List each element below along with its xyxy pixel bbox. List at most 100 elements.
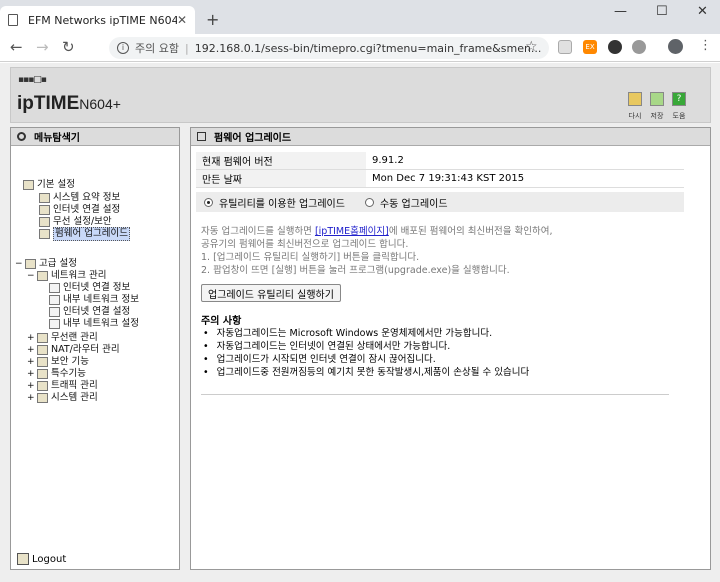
expand-icon[interactable]: + [27,344,35,356]
expand-icon[interactable]: + [27,332,35,344]
tree-system[interactable]: + 시스템 관리 [27,392,98,404]
expand-icon[interactable]: + [27,380,35,392]
tree-network-management[interactable]: − 네트워크 관리 [27,270,106,282]
logo-model: N604+ [79,96,121,112]
help-icon[interactable]: ? [672,92,686,106]
tab-close-icon[interactable]: ✕ [177,13,187,27]
tree-item-label: 펌웨어 업그레이드 [53,227,130,241]
tree-item-label: 인터넷 연결 설정 [63,306,131,317]
reload-icon[interactable] [628,92,642,106]
tree-item-label: NAT/라우터 관리 [51,344,120,355]
summary-icon [39,193,50,203]
tree-lan-config[interactable]: 내부 네트워크 설정 [49,318,139,330]
tree-item-label: 시스템 관리 [51,392,98,403]
security-label[interactable]: 주의 요함 [135,40,179,56]
new-tab-button[interactable]: + [206,10,219,29]
note-item: 업그레이드중 전원꺼짐등의 예기치 못한 동작발생시,제품이 손상될 수 있습니… [203,364,530,378]
extension-ex-icon[interactable]: EX [583,40,597,54]
browser-tab[interactable]: EFM Networks ipTIME N604+ ✕ [0,6,195,34]
tree-basic-settings[interactable]: 기본 설정 [23,179,75,191]
browser-tab-bar: EFM Networks ipTIME N604+ ✕ + — ☐ ✕ [0,0,720,34]
tree-special[interactable]: + 특수기능 [27,368,86,380]
radio-manual-label[interactable]: 수동 업그레이드 [380,195,448,210]
logout-link[interactable]: Logout [17,553,66,565]
tree-traffic[interactable]: + 트래픽 관리 [27,380,98,392]
tree-lan-info[interactable]: 내부 네트워크 정보 [49,294,139,306]
tree-item-label: 내부 네트워크 설정 [63,318,139,329]
page-content: ▪▪▪□▪ ipTIMEN604+ 다시 저장 ? 도움 메뉴탐색기 기본 설정… [0,63,720,582]
expand-icon[interactable]: + [27,356,35,368]
traffic-icon [37,381,48,391]
wireless-icon [39,217,50,227]
firmware-icon [39,229,50,239]
radio-utility-label[interactable]: 유틸리티를 이용한 업그레이드 [219,195,345,210]
save-label[interactable]: 저장 [647,111,667,121]
collapse-icon[interactable]: − [27,270,35,282]
version-label: 현재 펌웨어 버전 [196,152,366,169]
run-upgrade-utility-button[interactable]: 업그레이드 유틸리티 실행하기 [201,284,341,302]
maximize-button[interactable]: ☐ [656,4,668,19]
tree-item-label: 인터넷 연결 정보 [63,282,131,293]
extension-drive-icon[interactable] [632,40,646,54]
note-item: 업그레이드가 시작되면 인터넷 연결이 잠시 끊어집니다. [203,351,436,365]
version-value: 9.91.2 [372,155,404,166]
upgrade-mode-row: 유틸리티를 이용한 업그레이드 수동 업그레이드 [196,192,684,212]
tree-internet-info[interactable]: 인터넷 연결 정보 [49,282,130,294]
page-icon [49,307,60,317]
bookmark-star-icon[interactable]: ☆ [525,39,538,55]
panel-header: 펌웨어 업그레이드 [191,128,710,146]
radio-manual-upgrade[interactable] [364,197,374,207]
firmware-version-row: 현재 펌웨어 버전 9.91.2 [196,152,684,170]
network-icon [37,271,48,281]
help-label[interactable]: 도움 [669,111,689,121]
address-bar[interactable]: i 주의 요함 | 192.168.0.1/sess-bin/timepro.c… [109,37,549,59]
logout-label[interactable]: Logout [32,554,66,565]
folder-icon [25,259,36,269]
tree-item-label: 내부 네트워크 정보 [63,294,139,305]
save-icon[interactable] [650,92,664,106]
expand-icon[interactable]: + [27,392,35,404]
reload-label[interactable]: 다시 [625,111,645,121]
tree-basic-label: 기본 설정 [37,179,75,190]
desc1-suffix: 에 배포된 펌웨어의 최신버전을 확인하여, [388,226,553,237]
tree-item-label: 보안 기능 [51,356,89,367]
back-button[interactable]: ← [10,38,23,56]
tree-item-label: 트래픽 관리 [51,380,98,391]
internet-icon [39,205,50,215]
reload-button[interactable]: ↻ [62,38,75,56]
tree-advanced-settings[interactable]: − 고급 설정 [15,258,77,270]
tree-network-label: 네트워크 관리 [51,270,107,281]
tree-item-label: 인터넷 연결 설정 [53,204,121,215]
tree-security[interactable]: + 보안 기능 [27,356,89,368]
minimize-button[interactable]: — [614,4,627,19]
extension-icon[interactable] [558,40,572,54]
close-window-button[interactable]: ✕ [697,4,708,19]
page-icon [49,283,60,293]
forward-button[interactable]: → [36,38,49,56]
profile-avatar[interactable] [668,39,683,54]
expand-icon[interactable]: + [27,368,35,380]
extension-dark-icon[interactable] [608,40,622,54]
tree-wireless-management[interactable]: + 무선랜 관리 [27,332,98,344]
description-line-2: 공유기의 펌웨어를 최신버전으로 업그레이드 합니다. [201,239,409,250]
page-icon [49,319,60,329]
page-icon [49,295,60,305]
tree-nat-router[interactable]: + NAT/라우터 관리 [27,344,120,356]
info-icon[interactable]: i [117,42,129,54]
url-text[interactable]: 192.168.0.1/sess-bin/timepro.cgi?tmenu=m… [195,42,549,55]
tree-item-label: 무선랜 관리 [51,332,98,343]
date-label: 만든 날짜 [196,170,366,187]
tree-internet-setup[interactable]: 인터넷 연결 설정 [39,204,120,216]
tree-internet-config[interactable]: 인터넷 연결 설정 [49,306,130,318]
address-separator: | [184,41,189,55]
browser-menu-icon[interactable]: ⋮ [699,38,712,53]
divider [201,394,669,395]
logo-dots-icon: ▪▪▪□▪ [18,75,47,85]
collapse-icon[interactable]: − [15,258,23,270]
navigator-header: 메뉴탐색기 [11,128,179,146]
radio-utility-upgrade[interactable] [204,197,213,207]
window-icon [197,132,206,141]
tree-system-summary[interactable]: 시스템 요약 정보 [39,192,120,204]
tree-firmware-upgrade[interactable]: 펌웨어 업그레이드 [39,227,130,241]
description-line-3: 1. [업그레이드 유틸리티 실행하기] 버튼을 클릭합니다. [201,252,420,263]
